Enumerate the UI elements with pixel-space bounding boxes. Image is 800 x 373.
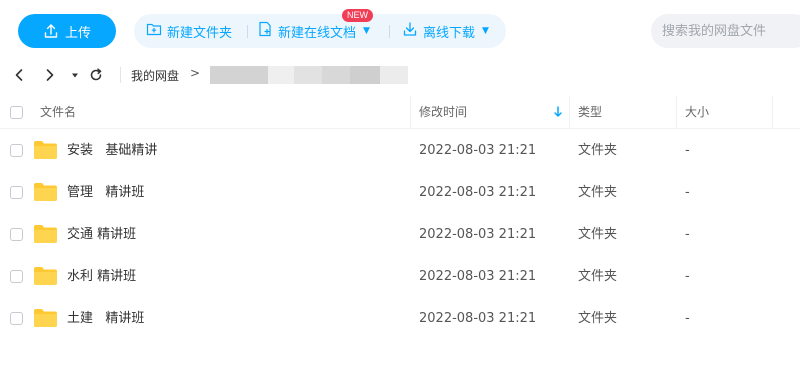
folder-icon xyxy=(34,225,57,243)
file-size: - xyxy=(685,269,690,284)
redacted-breadcrumb xyxy=(268,66,294,84)
new-folder-button[interactable]: 新建文件夹 xyxy=(146,14,232,48)
row-checkbox[interactable] xyxy=(10,270,23,283)
divider xyxy=(247,25,248,38)
column-header-name[interactable]: 文件名 xyxy=(40,96,76,128)
row-checkbox[interactable] xyxy=(10,186,23,199)
column-divider xyxy=(676,96,677,128)
new-folder-label: 新建文件夹 xyxy=(167,25,233,41)
table-row[interactable]: 管理 精讲班 2022-08-03 21:21 文件夹 - xyxy=(0,172,800,214)
file-size: - xyxy=(685,227,690,242)
table-row[interactable]: 土建 精讲班 2022-08-03 21:21 文件夹 - xyxy=(0,298,800,340)
redacted-breadcrumb xyxy=(380,66,408,84)
table-row[interactable]: 交通 精讲班 2022-08-03 21:21 文件夹 - xyxy=(0,214,800,256)
modified-time: 2022-08-03 21:21 xyxy=(419,269,537,284)
modified-time: 2022-08-03 21:21 xyxy=(419,143,537,158)
forward-icon[interactable] xyxy=(41,66,59,84)
file-size: - xyxy=(685,185,690,200)
file-type: 文件夹 xyxy=(578,311,618,326)
modified-time: 2022-08-03 21:21 xyxy=(419,185,537,200)
upload-label: 上传 xyxy=(64,25,91,41)
column-divider xyxy=(569,96,570,128)
upload-icon xyxy=(43,23,59,39)
table-header: 文件名 修改时间 类型 大小 xyxy=(0,96,800,129)
chevron-down-icon: ▼ xyxy=(482,26,489,36)
column-divider xyxy=(772,96,773,128)
toolbar: 上传 新建文件夹 新建在线文档 ▼ 离线下载 ▼ NEW xyxy=(0,0,800,62)
divider xyxy=(389,25,390,38)
sort-down-icon[interactable] xyxy=(553,104,563,120)
action-group: 新建文件夹 新建在线文档 ▼ 离线下载 ▼ xyxy=(134,14,506,48)
column-header-modified[interactable]: 修改时间 xyxy=(419,96,467,128)
modified-time: 2022-08-03 21:21 xyxy=(419,227,537,242)
file-type: 文件夹 xyxy=(578,269,618,284)
breadcrumb-root[interactable]: 我的网盘 xyxy=(131,67,179,84)
folder-icon xyxy=(34,183,57,201)
redacted-breadcrumb xyxy=(294,66,322,84)
file-type: 文件夹 xyxy=(578,143,618,158)
file-name[interactable]: 土建 精讲班 xyxy=(67,298,144,340)
row-checkbox[interactable] xyxy=(10,312,23,325)
dropdown-icon[interactable] xyxy=(66,66,84,84)
file-size: - xyxy=(685,143,690,158)
folder-icon xyxy=(34,267,57,285)
back-icon[interactable] xyxy=(10,66,28,84)
modified-time: 2022-08-03 21:21 xyxy=(419,311,537,326)
column-divider xyxy=(410,96,411,128)
new-folder-icon xyxy=(146,21,162,41)
row-checkbox[interactable] xyxy=(10,228,23,241)
folder-icon xyxy=(34,141,57,159)
navigation-bar: 我的网盘 > xyxy=(0,62,800,88)
file-name[interactable]: 水利 精讲班 xyxy=(67,256,136,298)
divider xyxy=(120,67,121,83)
refresh-icon[interactable] xyxy=(87,66,105,84)
search-input[interactable] xyxy=(651,14,800,48)
download-icon xyxy=(402,21,418,41)
upload-button[interactable]: 上传 xyxy=(18,14,116,48)
file-name[interactable]: 安装 基础精讲 xyxy=(67,130,157,172)
new-badge: NEW xyxy=(342,9,373,22)
offline-download-button[interactable]: 离线下载 ▼ xyxy=(402,14,489,48)
redacted-breadcrumb xyxy=(322,66,350,84)
breadcrumb-separator: > xyxy=(190,66,201,80)
file-type: 文件夹 xyxy=(578,227,618,242)
folder-icon xyxy=(34,309,57,327)
select-all-checkbox[interactable] xyxy=(10,106,23,119)
table-row[interactable]: 安装 基础精讲 2022-08-03 21:21 文件夹 - xyxy=(0,130,800,172)
new-doc-icon xyxy=(257,21,273,41)
file-size: - xyxy=(685,311,690,326)
table-row[interactable]: 水利 精讲班 2022-08-03 21:21 文件夹 - xyxy=(0,256,800,298)
offline-download-label: 离线下载 xyxy=(423,25,476,41)
chevron-down-icon: ▼ xyxy=(363,26,370,36)
redacted-breadcrumb xyxy=(350,66,380,84)
row-checkbox[interactable] xyxy=(10,144,23,157)
column-header-size[interactable]: 大小 xyxy=(685,96,709,128)
column-header-type[interactable]: 类型 xyxy=(578,96,602,128)
file-name[interactable]: 交通 精讲班 xyxy=(67,214,136,256)
new-online-doc-label: 新建在线文档 xyxy=(278,25,357,41)
file-name[interactable]: 管理 精讲班 xyxy=(67,172,144,214)
file-type: 文件夹 xyxy=(578,185,618,200)
redacted-breadcrumb xyxy=(210,66,268,84)
